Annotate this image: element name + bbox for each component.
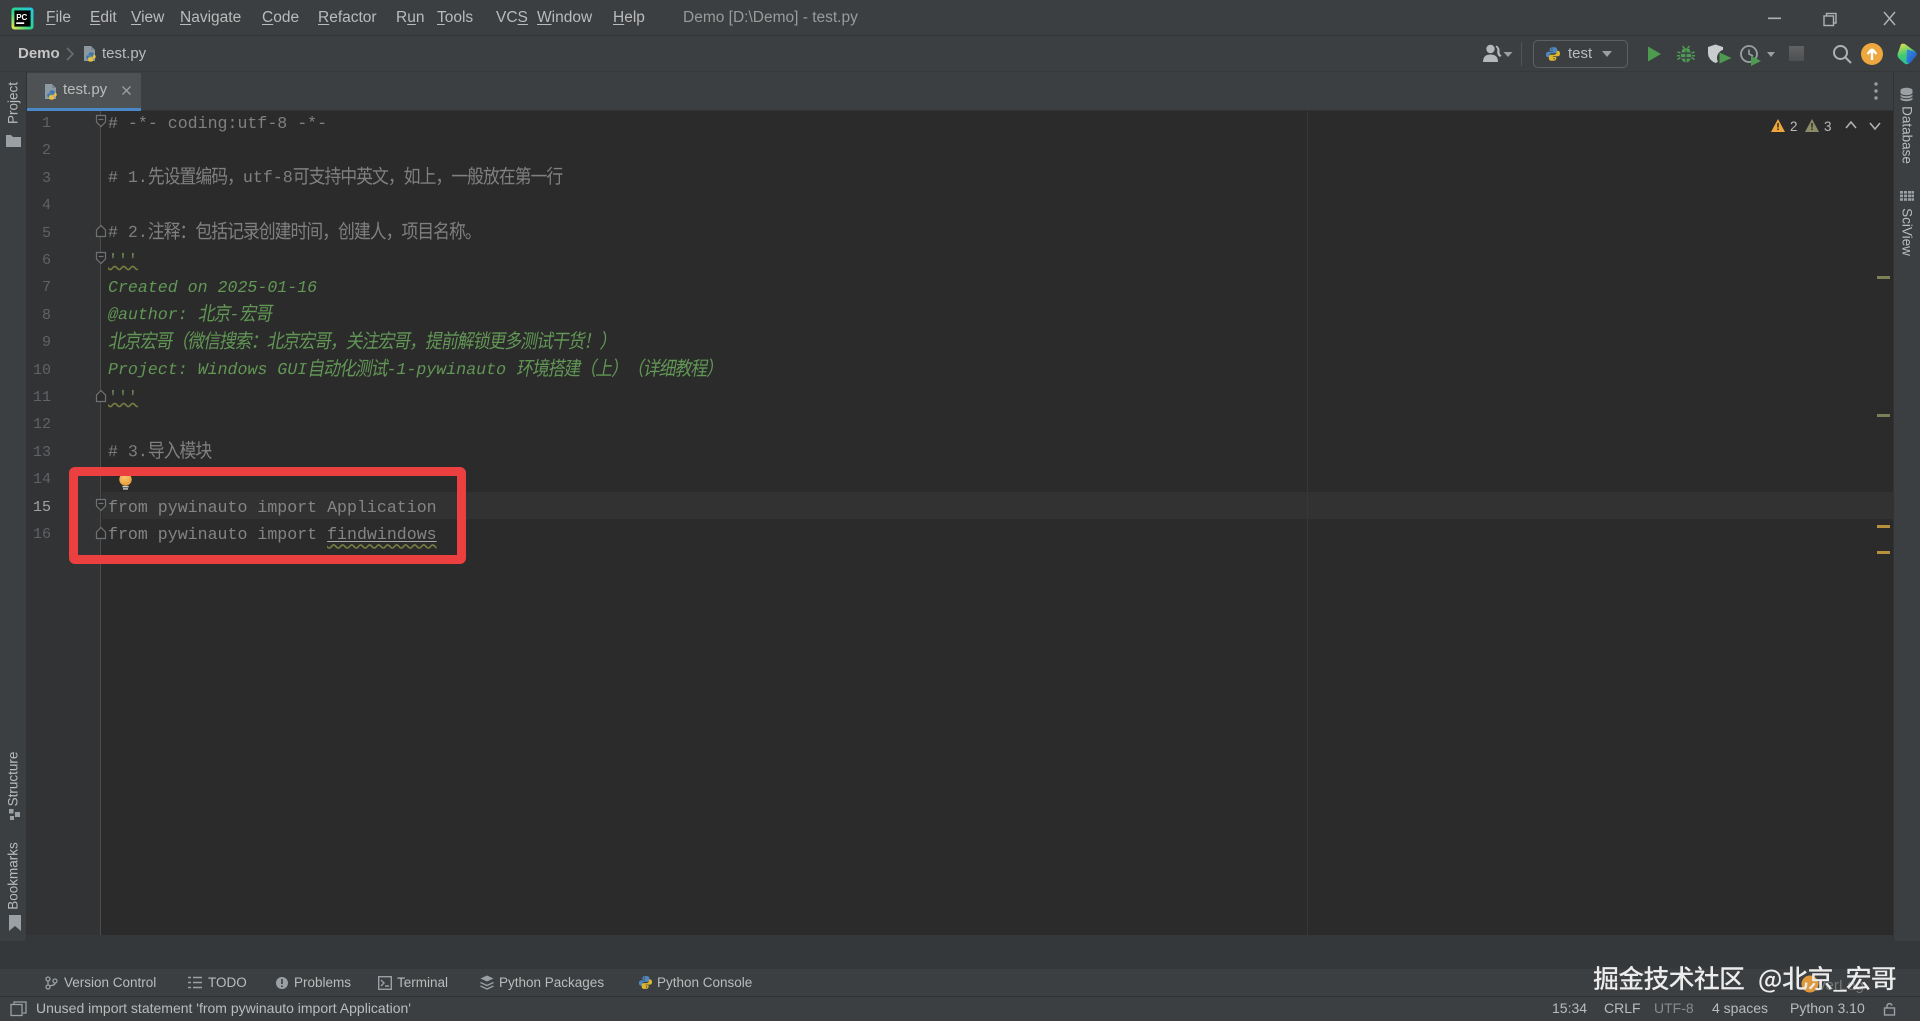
svg-text:PC: PC [16, 13, 27, 22]
svg-text:2: 2 [1790, 119, 1798, 134]
svg-text:3: 3 [1824, 119, 1832, 134]
